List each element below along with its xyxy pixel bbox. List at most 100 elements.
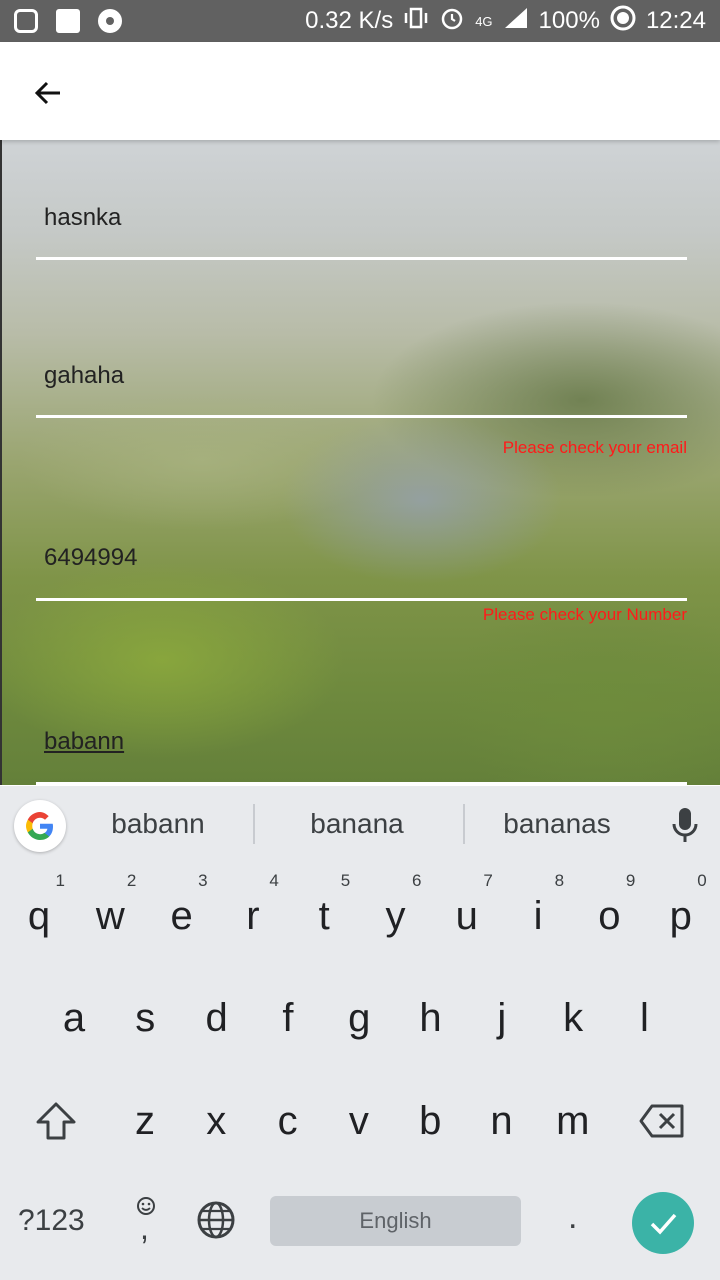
alarm-icon	[439, 5, 465, 37]
key-label: d	[205, 995, 228, 1040]
suggestion-1[interactable]: babann	[58, 808, 258, 840]
key-label: i	[533, 893, 543, 938]
key-label: f	[282, 995, 294, 1040]
google-icon	[26, 812, 53, 840]
key-label: h	[419, 995, 442, 1040]
microphone-button[interactable]	[668, 806, 702, 849]
backspace-key[interactable]	[630, 1076, 694, 1166]
key-g[interactable]: g	[327, 973, 391, 1063]
key-hint: 2	[126, 871, 137, 890]
signal-icon	[503, 6, 529, 36]
key-d[interactable]: d	[185, 973, 249, 1063]
key-hint: 5	[340, 871, 351, 890]
key-v[interactable]: v	[327, 1076, 391, 1166]
globe-icon	[197, 1201, 235, 1239]
email-error: Please check your email	[502, 438, 687, 457]
network-speed: 0.32 K/s	[305, 7, 394, 34]
key-z[interactable]: z	[113, 1076, 177, 1166]
fourth-field[interactable]: babann	[36, 726, 687, 785]
key-w[interactable]: w2	[78, 871, 142, 961]
key-label: a	[62, 995, 86, 1040]
key-c[interactable]: c	[256, 1076, 320, 1166]
key-label: p	[669, 893, 692, 938]
key-label: n	[490, 1098, 513, 1143]
number-error: Please check your Number	[482, 605, 687, 624]
shift-key[interactable]	[24, 1076, 88, 1166]
key-b[interactable]: b	[398, 1076, 462, 1166]
name-value: hasnka	[44, 204, 122, 231]
key-o[interactable]: o9	[577, 871, 641, 961]
key-label: q	[27, 893, 51, 938]
key-label: g	[348, 995, 371, 1040]
name-underline	[36, 257, 687, 260]
shift-icon	[36, 1102, 76, 1140]
battery-level: 100%	[538, 7, 600, 34]
instagram-icon	[14, 9, 38, 33]
key-r[interactable]: r4	[221, 871, 285, 961]
key-label: l	[639, 995, 649, 1040]
key-m[interactable]: m	[541, 1076, 605, 1166]
key-label: v	[348, 1098, 369, 1143]
key-label: z	[135, 1098, 155, 1143]
key-i[interactable]: i8	[506, 871, 570, 961]
period-key[interactable]: .	[568, 1198, 577, 1237]
key-hint: 8	[554, 871, 565, 890]
space-label: English	[359, 1208, 432, 1233]
symbols-key[interactable]: ?123	[18, 1204, 85, 1238]
key-label: o	[598, 893, 621, 938]
key-hint: 6	[412, 871, 422, 890]
key-y[interactable]: y6	[364, 871, 428, 961]
number-field[interactable]: 6494994 Please check your Number	[36, 540, 687, 640]
number-value: 6494994	[44, 544, 138, 571]
key-x[interactable]: x	[184, 1076, 248, 1166]
key-hint: 9	[625, 871, 636, 890]
key-s[interactable]: s	[113, 973, 177, 1063]
key-hint: 4	[269, 871, 279, 890]
key-a[interactable]: a	[42, 973, 106, 1063]
back-button[interactable]	[22, 67, 74, 119]
key-label: b	[419, 1098, 442, 1143]
language-key[interactable]	[196, 1200, 236, 1245]
form-container: hasnka gahaha Please check your email 64…	[0, 140, 720, 785]
suggestion-divider	[253, 804, 255, 844]
email-field[interactable]: gahaha Please check your email	[36, 358, 687, 458]
key-label: u	[455, 893, 478, 938]
key-t[interactable]: t5	[292, 871, 356, 961]
key-n[interactable]: n	[470, 1076, 534, 1166]
key-q[interactable]: q1	[7, 871, 71, 961]
key-e[interactable]: e3	[150, 871, 214, 961]
key-label: m	[556, 1098, 590, 1143]
fourth-underline	[36, 782, 687, 785]
key-label: x	[206, 1098, 227, 1143]
vibrate-icon	[403, 6, 429, 36]
suggestion-2[interactable]: banana	[257, 808, 457, 840]
key-hint: 0	[697, 871, 707, 890]
email-underline	[36, 415, 687, 418]
emoji-comma-key[interactable]: ,	[128, 1192, 164, 1252]
enter-key[interactable]	[632, 1192, 694, 1254]
key-p[interactable]: p0	[649, 871, 713, 961]
key-u[interactable]: u7	[435, 871, 499, 961]
key-label: e	[170, 893, 193, 938]
app-bar	[0, 42, 720, 140]
key-label: y	[385, 893, 406, 938]
key-hint: 7	[483, 871, 493, 890]
key-label: t	[318, 893, 330, 938]
key-label: r	[246, 893, 260, 938]
key-hint: 1	[55, 871, 65, 890]
name-field[interactable]: hasnka	[36, 200, 687, 260]
space-key[interactable]: English	[270, 1196, 521, 1246]
key-f[interactable]: f	[256, 973, 320, 1063]
key-l[interactable]: l	[612, 973, 676, 1063]
key-label: w	[95, 893, 125, 938]
check-icon	[650, 1213, 677, 1235]
key-j[interactable]: j	[470, 973, 534, 1063]
status-bar: 0.32 K/s 4G 100% 12:24	[0, 0, 720, 42]
key-hint: 3	[198, 871, 208, 890]
key-h[interactable]: h	[399, 973, 463, 1063]
clock: 12:24	[645, 7, 706, 34]
key-label: k	[563, 995, 584, 1040]
key-label: s	[135, 995, 156, 1040]
key-k[interactable]: k	[541, 973, 605, 1063]
suggestion-3[interactable]: bananas	[457, 808, 657, 840]
